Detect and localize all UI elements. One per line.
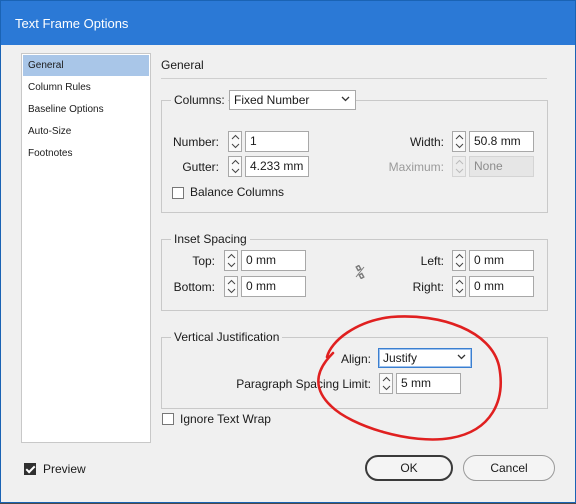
sidebar-item-baseline-options[interactable]: Baseline Options	[23, 99, 149, 120]
bottom-stepper[interactable]	[224, 276, 238, 297]
text-frame-options-dialog: Text Frame Options General Column Rules …	[0, 0, 576, 503]
ok-button[interactable]: OK	[365, 455, 453, 481]
stepper-arrows-icon	[455, 279, 464, 294]
cancel-button[interactable]: Cancel	[463, 455, 555, 481]
gutter-stepper[interactable]	[228, 156, 242, 177]
stepper-arrows-icon	[382, 376, 391, 391]
left-label: Left:	[420, 254, 444, 268]
balance-columns-label: Balance Columns	[190, 185, 285, 199]
number-input[interactable]: 1	[245, 131, 309, 152]
number-stepper[interactable]	[228, 131, 242, 152]
columns-label: Columns:	[171, 93, 228, 107]
bottom-input[interactable]: 0 mm	[241, 276, 306, 297]
align-label: Align:	[340, 352, 371, 366]
ignore-text-wrap-checkbox[interactable]	[162, 413, 174, 425]
inset-spacing-legend: Inset Spacing	[171, 232, 250, 246]
heading-divider	[161, 78, 547, 79]
title-bar[interactable]: Text Frame Options	[1, 1, 575, 45]
columns-dropdown[interactable]: Fixed Number	[229, 90, 356, 110]
vertical-justification-legend: Vertical Justification	[171, 330, 283, 344]
align-dropdown[interactable]: Justify	[378, 348, 472, 368]
chevron-down-icon	[341, 96, 350, 102]
gutter-input[interactable]: 4.233 mm	[245, 156, 309, 177]
gutter-label: Gutter:	[182, 160, 219, 174]
stepper-arrows-icon	[455, 134, 464, 149]
left-stepper[interactable]	[452, 250, 466, 271]
right-label: Right:	[412, 280, 444, 294]
vertical-justification-group	[161, 337, 548, 409]
stepper-arrows-icon	[227, 279, 236, 294]
preview-label: Preview	[43, 462, 86, 476]
stepper-arrows-icon	[455, 253, 464, 268]
top-label: Top:	[192, 254, 215, 268]
balance-columns-checkbox[interactable]	[172, 187, 184, 199]
maximum-input: None	[469, 156, 534, 177]
right-stepper[interactable]	[452, 276, 466, 297]
stepper-arrows-icon	[231, 134, 240, 149]
preview-checkbox[interactable]	[24, 463, 36, 475]
sidebar-item-general[interactable]: General	[23, 55, 149, 76]
top-input[interactable]: 0 mm	[241, 250, 306, 271]
paragraph-spacing-limit-label: Paragraph Spacing Limit:	[236, 377, 371, 391]
section-heading: General	[161, 58, 204, 72]
right-input[interactable]: 0 mm	[469, 276, 534, 297]
window-title: Text Frame Options	[15, 16, 129, 31]
width-input[interactable]: 50.8 mm	[469, 131, 534, 152]
width-label: Width:	[409, 135, 444, 149]
align-dropdown-value: Justify	[383, 351, 418, 365]
ignore-text-wrap-label: Ignore Text Wrap	[180, 412, 271, 426]
sidebar-item-footnotes[interactable]: Footnotes	[23, 143, 149, 164]
top-stepper[interactable]	[224, 250, 238, 271]
number-label: Number:	[172, 135, 219, 149]
left-input[interactable]: 0 mm	[469, 250, 534, 271]
maximum-label: Maximum:	[388, 160, 444, 174]
bottom-label: Bottom:	[173, 280, 215, 294]
chevron-down-icon	[457, 354, 466, 360]
stepper-arrows-icon	[455, 159, 464, 174]
maximum-stepper	[452, 156, 466, 177]
sidebar-item-auto-size[interactable]: Auto-Size	[23, 121, 149, 142]
chain-link-broken-icon[interactable]	[354, 265, 366, 279]
paragraph-spacing-stepper[interactable]	[379, 373, 393, 394]
columns-dropdown-value: Fixed Number	[234, 93, 310, 107]
stepper-arrows-icon	[231, 159, 240, 174]
sidebar-item-column-rules[interactable]: Column Rules	[23, 77, 149, 98]
stepper-arrows-icon	[227, 253, 236, 268]
paragraph-spacing-input[interactable]: 5 mm	[396, 373, 461, 394]
category-sidebar: General Column Rules Baseline Options Au…	[21, 53, 151, 443]
width-stepper[interactable]	[452, 131, 466, 152]
